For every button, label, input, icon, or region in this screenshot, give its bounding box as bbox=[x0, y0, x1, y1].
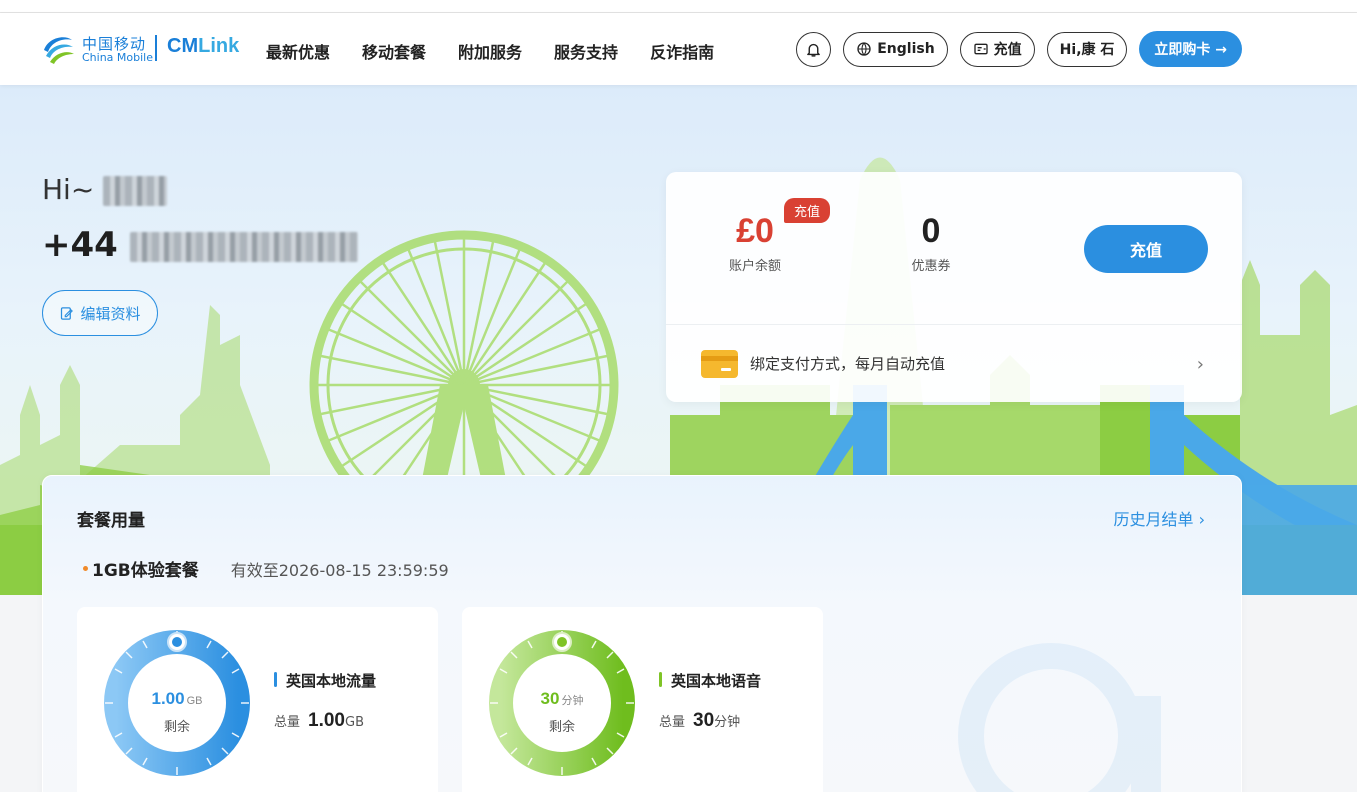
nav-add-on-services[interactable]: 附加服务 bbox=[458, 39, 522, 63]
cmlink-logo-link: Link bbox=[198, 35, 240, 57]
data-remaining-label: 剩余 bbox=[163, 720, 190, 735]
main-nav: 最新优惠 移动套餐 附加服务 服务支持 反诈指南 bbox=[266, 39, 714, 63]
browser-top-strip bbox=[0, 0, 1357, 13]
bind-payment-row[interactable]: 绑定支付方式，每月自动充值 › bbox=[666, 325, 1242, 402]
coupons[interactable]: 0 优惠券 bbox=[901, 212, 961, 274]
user-menu-button[interactable]: Hi,康 石 bbox=[1046, 31, 1128, 67]
data-remaining-value: 1.00 bbox=[151, 689, 185, 708]
cmlink-logo-cm: CM bbox=[167, 35, 199, 57]
profile-phone-number: +44 bbox=[42, 225, 358, 265]
plan-info-row: 1GB体验套餐 有效至2026-08-15 23:59:59 bbox=[83, 556, 449, 581]
page: { "header": { "logo": { "cn": "中国移动", "e… bbox=[0, 0, 1357, 792]
china-mobile-logo-icon bbox=[44, 37, 74, 64]
data-total-value: 1.00 bbox=[308, 710, 345, 731]
chevron-right-icon: › bbox=[1196, 354, 1204, 375]
cmlink-logo: CMLink bbox=[167, 35, 239, 58]
data-total: 总量 1.00GB bbox=[274, 710, 364, 732]
notification-button[interactable] bbox=[796, 31, 832, 67]
voice-remaining: 30 分钟 bbox=[488, 689, 636, 709]
header-recharge-button[interactable]: 充值 bbox=[959, 31, 1035, 67]
buy-card-button[interactable]: 立即购卡 → bbox=[1139, 31, 1242, 67]
data-remaining-unit: GB bbox=[186, 695, 203, 707]
plan-validity: 有效至2026-08-15 23:59:59 bbox=[230, 560, 449, 580]
user-greeting: Hi,康 石 bbox=[1059, 42, 1115, 58]
plan-bullet bbox=[83, 566, 88, 571]
voice-remaining-unit: 分钟 bbox=[561, 695, 584, 707]
nav-service-support[interactable]: 服务支持 bbox=[554, 39, 618, 63]
coupon-count: 0 bbox=[921, 212, 941, 250]
bell-icon bbox=[807, 43, 821, 57]
redacted-phone-number bbox=[129, 231, 358, 262]
wallet-icon bbox=[974, 43, 988, 55]
voice-usage-name: 英国本地语音 bbox=[659, 670, 761, 691]
wallet-card: £0 账户余额 充值 0 优惠券 充值 绑定支付方式，每月自动充值 › bbox=[666, 172, 1242, 402]
language-button[interactable]: English bbox=[843, 31, 948, 67]
buy-card-label: 立即购卡 → bbox=[1154, 42, 1227, 58]
profile-greeting-text: Hi~ bbox=[42, 173, 95, 206]
nav-latest-offers[interactable]: 最新优惠 bbox=[266, 39, 330, 63]
voice-total: 总量 30分钟 bbox=[659, 710, 740, 732]
site-header: 中国移动 China Mobile CMLink 最新优惠 移动套餐 附加服务 … bbox=[0, 13, 1357, 85]
usage-title: 套餐用量 bbox=[77, 511, 145, 531]
edit-profile-label: 编辑资料 bbox=[80, 304, 141, 323]
voice-total-label: 总量 bbox=[659, 715, 686, 730]
language-label: English bbox=[877, 41, 935, 57]
balance-label: 账户余额 bbox=[728, 259, 781, 274]
phone-country-code: +44 bbox=[42, 225, 118, 265]
profile-greeting: Hi~ bbox=[42, 173, 168, 206]
redacted-username bbox=[103, 176, 168, 206]
nav-anti-fraud-guide[interactable]: 反诈指南 bbox=[650, 39, 714, 63]
bind-payment-text: 绑定支付方式，每月自动充值 bbox=[750, 355, 946, 373]
edit-profile-button[interactable]: 编辑资料 bbox=[42, 290, 158, 336]
data-remaining: 1.00 GB bbox=[103, 689, 251, 709]
voice-total-unit: 分钟 bbox=[714, 715, 741, 730]
globe-icon bbox=[857, 42, 871, 56]
voice-total-value: 30 bbox=[693, 710, 715, 731]
voice-remaining-value: 30 bbox=[540, 689, 560, 708]
china-mobile-logo[interactable]: 中国移动 China Mobile CMLink bbox=[40, 30, 239, 68]
credit-card-icon bbox=[701, 349, 738, 378]
balance-recharge-tag[interactable]: 充值 bbox=[784, 198, 831, 223]
header-actions: English 充值 Hi,康 石 立即购卡 → bbox=[796, 31, 1242, 67]
voice-remaining-label: 剩余 bbox=[548, 720, 575, 735]
account-balance: £0 账户余额 bbox=[720, 212, 790, 274]
edit-icon bbox=[61, 306, 74, 320]
data-usage-name: 英国本地流量 bbox=[274, 670, 376, 691]
monthly-statement-history-link[interactable]: 历史月结单 › bbox=[1114, 506, 1206, 530]
data-total-unit: GB bbox=[345, 715, 364, 730]
plan-usage-panel: 套餐用量 历史月结单 › 1GB体验套餐 有效至2026-08-15 23:59… bbox=[42, 475, 1242, 792]
header-recharge-label: 充值 bbox=[993, 42, 1022, 58]
coupon-label: 优惠券 bbox=[911, 259, 951, 274]
data-total-label: 总量 bbox=[274, 715, 301, 730]
logo-en-text: China Mobile bbox=[82, 51, 154, 64]
cmlink-watermark bbox=[958, 643, 1161, 792]
logo-divider bbox=[155, 35, 157, 61]
plan-name: 1GB体验套餐 bbox=[92, 561, 199, 581]
data-usage-card[interactable]: 1.00 GB 剩余 英国本地流量 总量 1.00GB bbox=[77, 607, 438, 792]
recharge-button[interactable]: 充值 bbox=[1084, 225, 1208, 273]
voice-usage-card[interactable]: 30 分钟 剩余 英国本地语音 总量 30分钟 bbox=[462, 607, 823, 792]
nav-mobile-plans[interactable]: 移动套餐 bbox=[362, 39, 426, 63]
balance-amount: £0 bbox=[736, 212, 774, 250]
